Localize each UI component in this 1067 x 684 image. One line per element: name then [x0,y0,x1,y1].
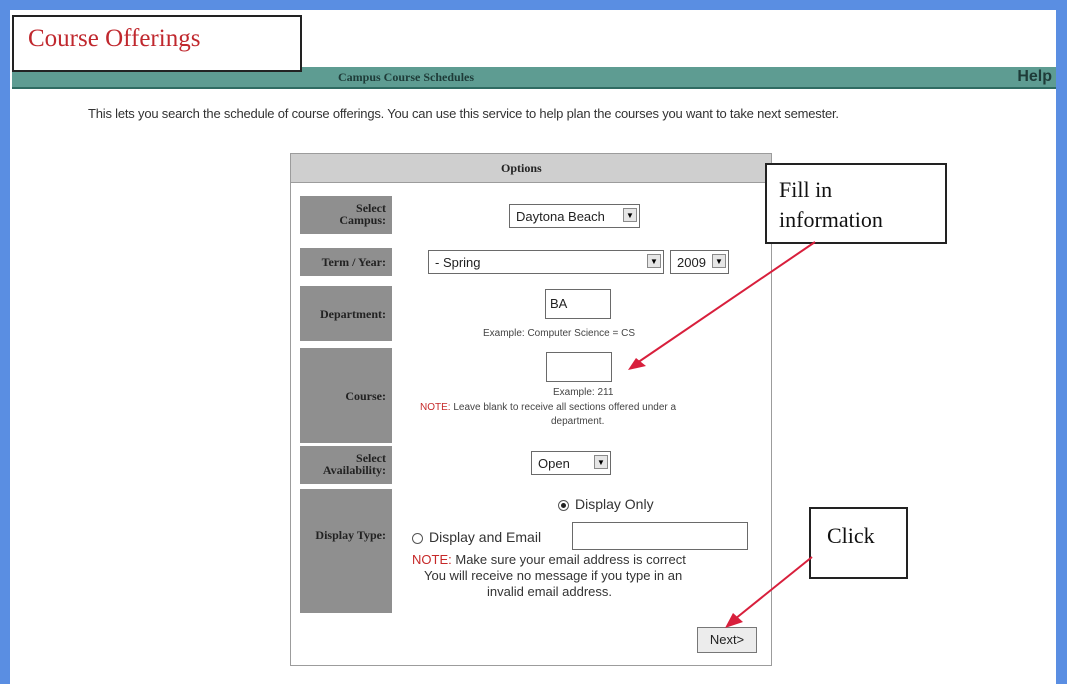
term-select-value: - Spring [435,255,481,270]
course-note: NOTE: Leave blank to receive all section… [420,402,677,413]
term-select[interactable]: - Spring ▼ [428,250,664,274]
course-input[interactable] [546,352,612,382]
click-callout-text: Click [827,523,875,548]
department-input-value: BA [550,296,568,311]
chevron-down-icon: ▼ [712,254,726,268]
display-type-label: Display Type: [300,489,392,613]
email-input[interactable] [572,522,748,550]
display-note: NOTE: Make sure your email address is co… [412,552,686,567]
course-note-cont: department. [551,416,605,427]
department-label: Department: [300,286,392,341]
fill-in-callout-line1: Fill in [779,177,833,202]
fill-in-callout: Fill in information [765,163,947,244]
header-title: Campus Course Schedules [338,70,475,84]
year-select[interactable]: 2009 ▼ [670,250,729,274]
options-header: Options [291,154,771,183]
page-title: Course Offerings [28,25,201,52]
fill-in-callout-line2: information [779,207,883,232]
course-label: Course: [300,348,392,443]
chevron-down-icon: ▼ [623,208,637,222]
display-only-label: Display Only [575,496,654,512]
display-note-cont: You will receive no message if you type … [424,568,683,583]
click-callout: Click [809,507,908,579]
chevron-down-icon: ▼ [594,455,608,469]
campus-select[interactable]: Daytona Beach ▼ [509,204,640,228]
display-email-radio[interactable] [412,533,423,544]
availability-select-value: Open [538,456,570,471]
department-input[interactable]: BA [545,289,611,319]
campus-select-value: Daytona Beach [516,209,605,224]
display-note-end: invalid email address. [487,584,613,599]
display-email-label: Display and Email [429,529,542,545]
department-example: Example: Computer Science = CS [483,328,636,339]
availability-select[interactable]: Open ▼ [531,451,611,475]
display-only-radio[interactable] [558,500,569,511]
year-select-value: 2009 [677,255,706,270]
options-title: Options [501,161,542,175]
title-box: Course Offerings [12,15,302,72]
intro-text: This lets you search the schedule of cou… [88,106,839,121]
chevron-down-icon: ▼ [647,254,661,268]
availability-label: Select Availability: [300,446,392,484]
course-example: Example: 211 [553,387,614,398]
campus-label: Select Campus: [300,196,392,234]
next-button[interactable]: Next> [697,627,757,653]
help-link[interactable]: Help [1017,68,1052,86]
term-year-label: Term / Year: [300,248,392,276]
